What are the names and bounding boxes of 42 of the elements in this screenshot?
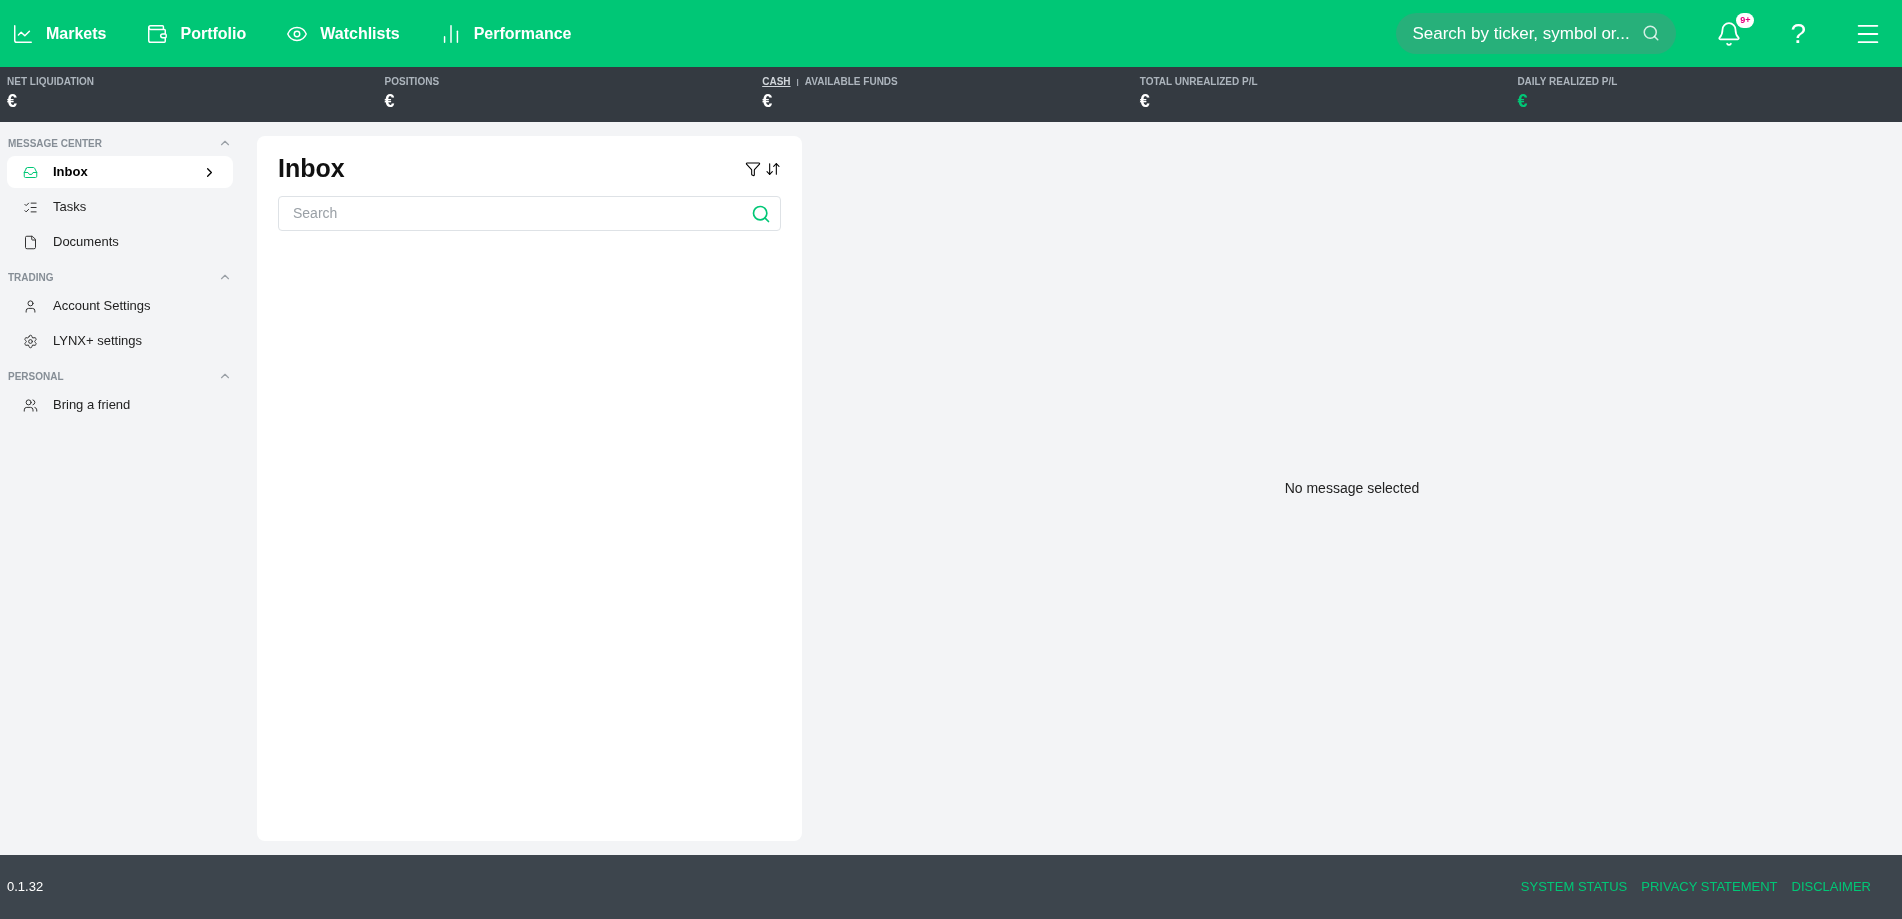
version-text: 0.1.32 [7, 878, 44, 897]
stat-toggle[interactable]: CASH [762, 74, 791, 89]
search-icon [751, 203, 771, 224]
sidebar-icon [23, 333, 38, 349]
stat-value: € [384, 92, 396, 110]
stat-toggle[interactable]: AVAILABLE FUNDS [804, 74, 898, 89]
empty-state-text: No message selected [1284, 479, 1420, 498]
stat-label: NET LIQUIDATION [7, 75, 96, 89]
sidebar-icon [23, 298, 38, 314]
sidebar-icon [23, 234, 38, 250]
search-field[interactable]: Search by ticker, symbol or... [1396, 13, 1677, 54]
filter-icon[interactable] [745, 160, 761, 177]
section-title: PERSONAL [8, 369, 64, 384]
sidebar-icon [23, 164, 38, 180]
search-icon [1642, 24, 1661, 42]
separator: | [796, 75, 799, 88]
stat-label: TOTAL UNREALIZED P/L [1139, 75, 1259, 89]
sidebar-item[interactable]: Tasks [7, 191, 233, 223]
stat-label: DAILY REALIZED P/L [1517, 75, 1619, 89]
inbox-search-field[interactable]: Search [278, 195, 781, 231]
sidebar-item[interactable]: LYNX+ settings [7, 325, 233, 357]
inbox-title: Inbox [278, 153, 345, 184]
footer-link[interactable]: PRIVACY STATEMENT [1641, 877, 1778, 897]
section-title: TRADING [8, 270, 54, 285]
sidebar-icon [23, 199, 38, 215]
stat-value: € [1139, 92, 1151, 110]
section-title: MESSAGE CENTER [8, 136, 102, 151]
stat-value: € [7, 92, 18, 110]
sort-icon[interactable] [765, 160, 781, 177]
footer-link[interactable]: SYSTEM STATUS [1520, 877, 1628, 897]
nav-icon [146, 22, 169, 45]
sidebar-item[interactable]: Bring a friend [7, 389, 233, 421]
footer-link[interactable]: DISCLAIMER [1791, 877, 1871, 897]
stat-label: POSITIONS [384, 75, 441, 89]
nav-icon [12, 22, 34, 45]
stat-value: € [762, 92, 774, 110]
sidebar-item[interactable]: Inbox [7, 156, 233, 188]
sidebar-icon [23, 397, 38, 413]
stat-value: € [1517, 92, 1529, 110]
sidebar-item[interactable]: Documents [7, 226, 233, 258]
notification-badge: 9+ [1736, 12, 1755, 28]
sidebar-item[interactable]: Account Settings [7, 290, 233, 322]
